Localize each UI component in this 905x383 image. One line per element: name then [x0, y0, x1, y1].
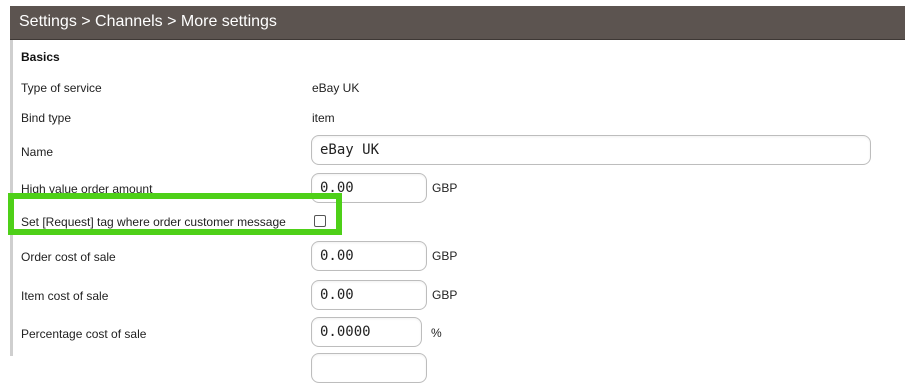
- order-cost-label: Order cost of sale: [21, 250, 116, 264]
- name-input[interactable]: eBay UK: [311, 135, 871, 165]
- bind-type-label: Bind type: [21, 111, 72, 125]
- percent-cost-label: Percentage cost of sale: [21, 327, 147, 341]
- order-cost-unit: GBP: [432, 249, 458, 263]
- service-type-value: eBay UK: [312, 81, 360, 95]
- name-label: Name: [21, 145, 54, 159]
- item-cost-input[interactable]: 0.00: [311, 280, 427, 310]
- highlight-box: [8, 193, 342, 235]
- percent-cost-unit: %: [431, 326, 442, 340]
- item-cost-unit: GBP: [432, 288, 458, 302]
- high-value-unit: GBP: [432, 181, 458, 195]
- bind-type-value: item: [312, 111, 335, 125]
- page-header: Settings > Channels > More settings: [10, 6, 905, 40]
- percent-cost-input[interactable]: 0.0000: [311, 317, 422, 347]
- order-cost-input[interactable]: 0.00: [311, 241, 427, 271]
- breadcrumb: Settings > Channels > More settings: [19, 13, 277, 30]
- section-title: Basics: [21, 50, 60, 64]
- service-type-label: Type of service: [21, 81, 102, 95]
- next-row-input[interactable]: [311, 353, 427, 383]
- item-cost-label: Item cost of sale: [21, 289, 109, 303]
